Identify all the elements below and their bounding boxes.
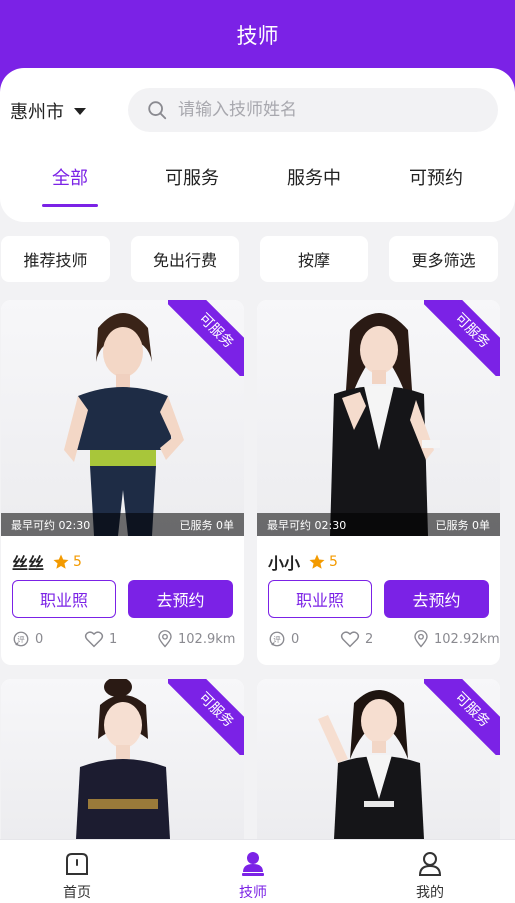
profile-icon	[418, 852, 442, 876]
star-icon	[309, 554, 325, 569]
location-pin-icon	[414, 630, 428, 648]
nav-home-label: 首页	[63, 885, 91, 901]
heart-icon	[340, 631, 360, 648]
technician-name: 丝丝	[12, 554, 45, 573]
earliest-available: 最早可约 02:30	[267, 518, 347, 532]
status-ribbon-label: 可服务	[424, 300, 500, 376]
location-pin-icon	[158, 630, 172, 648]
distance-stat: 102.92km	[413, 630, 500, 648]
comments-stat: 评 0	[12, 630, 43, 648]
page-title: 技师	[236, 24, 279, 48]
comments-stat: 评 0	[268, 630, 299, 648]
active-tab-indicator	[42, 204, 98, 207]
heart-icon	[84, 631, 104, 648]
nav-technician-label: 技师	[239, 885, 267, 901]
earliest-available: 最早可约 02:30	[11, 518, 91, 532]
card-stats: 评 0 2 102.92km	[268, 630, 500, 650]
technician-card[interactable]: 可服务	[1, 679, 244, 839]
technician-photo: 可服务 最早可约 02:30 已服务 0单	[257, 300, 500, 536]
photo-info-overlay: 最早可约 02:30 已服务 0单	[257, 513, 500, 536]
comments-count: 0	[35, 631, 44, 647]
search-icon	[148, 101, 167, 120]
technician-photo: 可服务 最早可约 02:30 已服务 0单	[1, 300, 244, 536]
filter-recommended[interactable]: 推荐技师	[1, 236, 110, 282]
card-stats: 评 0 1 102.9km	[12, 630, 235, 650]
technician-name: 小小	[268, 554, 301, 573]
status-ribbon-label: 可服务	[168, 300, 244, 376]
tab-bookable[interactable]: 可预约	[381, 164, 491, 190]
filter-more[interactable]: 更多筛选	[389, 236, 498, 282]
status-ribbon-label: 可服务	[424, 679, 500, 755]
book-button[interactable]: 去预约	[128, 580, 233, 618]
filter-free-travel[interactable]: 免出行费	[131, 236, 239, 282]
svg-text:评: 评	[273, 635, 281, 644]
likes-count: 1	[109, 631, 118, 647]
likes-stat[interactable]: 2	[340, 630, 373, 648]
status-tabs: 全部 可服务 服务中 可预约	[0, 164, 515, 212]
svg-text:评: 评	[17, 635, 25, 644]
comments-count: 0	[291, 631, 300, 647]
name-row: 小小 5	[268, 550, 338, 574]
technician-photo: 可服务	[1, 679, 244, 839]
technician-card[interactable]: 可服务	[257, 679, 500, 839]
likes-stat[interactable]: 1	[84, 630, 117, 648]
bottom-nav: 首页 技师 我的	[0, 839, 515, 903]
city-label: 惠州市	[10, 102, 64, 123]
rating-value: 5	[73, 554, 82, 570]
nav-profile-label: 我的	[416, 885, 444, 901]
photo-info-overlay: 最早可约 02:30 已服务 0单	[1, 513, 244, 536]
professional-photo-button[interactable]: 职业照	[268, 580, 372, 618]
comment-icon: 评	[13, 631, 29, 647]
book-button[interactable]: 去预约	[384, 580, 489, 618]
status-ribbon: 可服务	[424, 679, 500, 755]
tab-available[interactable]: 可服务	[137, 164, 247, 190]
star-icon	[53, 554, 69, 569]
filter-massage[interactable]: 按摩	[260, 236, 368, 282]
name-row: 丝丝 5	[12, 550, 82, 574]
professional-photo-button[interactable]: 职业照	[12, 580, 116, 618]
distance-value: 102.9km	[178, 631, 236, 647]
distance-value: 102.92km	[434, 631, 500, 647]
technician-card[interactable]: 可服务 最早可约 02:30 已服务 0单 小小 5 职业照 去预约 评 0 2…	[257, 300, 500, 665]
likes-count: 2	[365, 631, 374, 647]
nav-technician[interactable]: 技师	[203, 850, 303, 902]
status-ribbon: 可服务	[168, 679, 244, 755]
technician-photo: 可服务	[257, 679, 500, 839]
nav-profile[interactable]: 我的	[380, 850, 480, 902]
search-input[interactable]	[178, 100, 478, 120]
search-box[interactable]	[128, 88, 498, 132]
status-ribbon: 可服务	[424, 300, 500, 376]
caret-down-icon	[74, 107, 86, 115]
status-ribbon: 可服务	[168, 300, 244, 376]
filter-panel: 惠州市 全部 可服务 服务中 可预约	[0, 68, 515, 222]
comment-icon: 评	[269, 631, 285, 647]
orders-served: 已服务 0单	[435, 518, 491, 532]
tab-all[interactable]: 全部	[15, 164, 125, 190]
status-ribbon-label: 可服务	[168, 679, 244, 755]
technician-icon	[242, 852, 264, 876]
city-selector[interactable]: 惠州市	[10, 98, 86, 124]
rating-value: 5	[329, 554, 338, 570]
home-icon	[66, 853, 88, 875]
nav-home[interactable]: 首页	[27, 850, 127, 902]
distance-stat: 102.9km	[157, 630, 235, 648]
orders-served: 已服务 0单	[179, 518, 235, 532]
tab-in-service[interactable]: 服务中	[259, 164, 369, 190]
technician-card[interactable]: 可服务 最早可约 02:30 已服务 0单 丝丝 5 职业照 去预约 评 0 1…	[1, 300, 244, 665]
